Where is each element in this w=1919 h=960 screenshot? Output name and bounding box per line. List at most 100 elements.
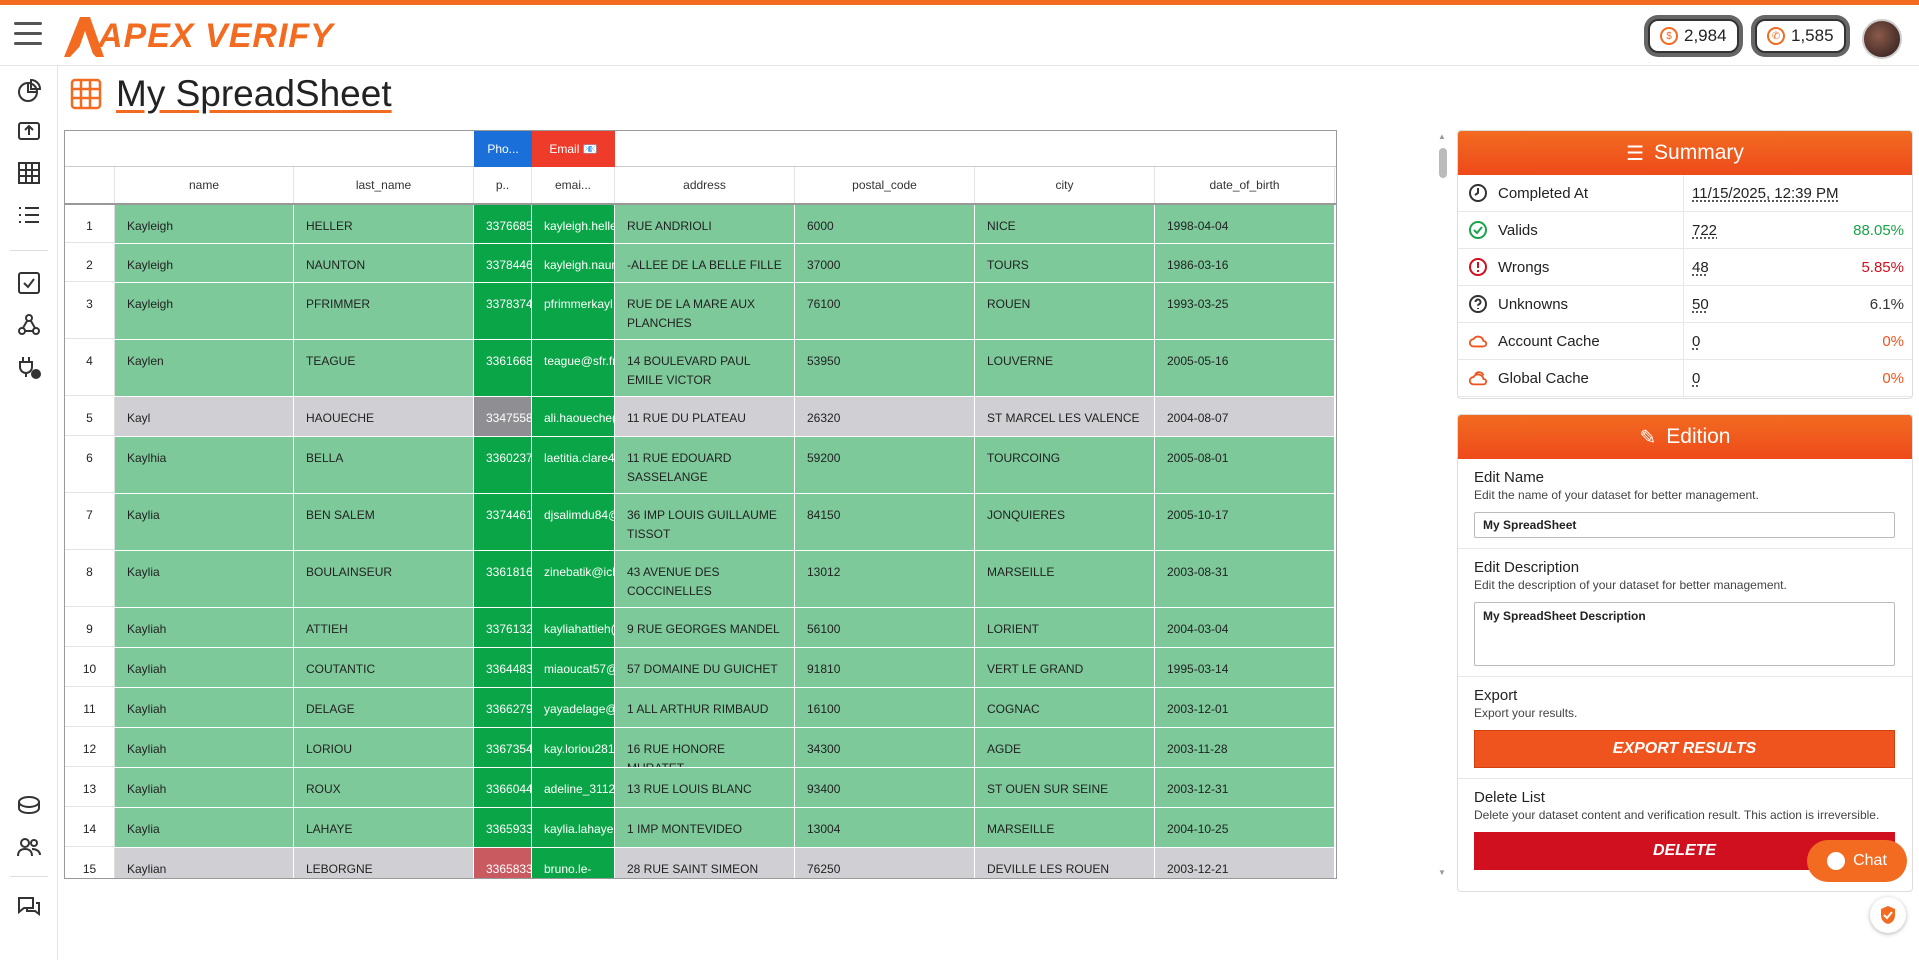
cell-phone[interactable]: 3347558	[474, 397, 532, 436]
cell-email[interactable]: kayleigh.helle	[532, 205, 615, 243]
cell-name[interactable]: Kayliah	[115, 688, 294, 727]
row-index[interactable]: 5	[65, 397, 115, 436]
cell-phone[interactable]: 3378446	[474, 244, 532, 282]
cell-postal-code[interactable]: 59200	[795, 437, 975, 493]
column-header[interactable]: p..	[474, 167, 532, 203]
cell-address[interactable]: 11 RUE EDOUARD SASSELANGE	[615, 437, 795, 493]
email-column-tag[interactable]: Email 📧	[532, 131, 615, 167]
cell-date-of-birth[interactable]: 2003-12-31	[1155, 768, 1335, 807]
column-header[interactable]: date_of_birth	[1155, 167, 1335, 203]
list-icon[interactable]	[14, 200, 44, 230]
upload-icon[interactable]	[14, 116, 44, 146]
cell-city[interactable]: MARSEILLE	[975, 808, 1155, 847]
column-header[interactable]: city	[975, 167, 1155, 203]
row-index[interactable]: 2	[65, 244, 115, 282]
cell-date-of-birth[interactable]: 2005-10-17	[1155, 494, 1335, 550]
table-row[interactable]: 1 Kayleigh HELLER 3376685 kayleigh.helle RUE …	[65, 205, 1336, 244]
cell-date-of-birth[interactable]: 2004-03-04	[1155, 608, 1335, 647]
cell-email[interactable]: djsalimdu84@	[532, 494, 615, 550]
cell-address[interactable]: 14 BOULEVARD PAUL EMILE VICTOR	[615, 340, 795, 396]
cell-postal-code[interactable]: 56100	[795, 608, 975, 647]
cell-postal-code[interactable]: 26320	[795, 397, 975, 436]
cell-last-name[interactable]: NAUNTON	[294, 244, 474, 282]
email-credits-badge[interactable]: $2,984	[1644, 15, 1743, 57]
cell-email[interactable]: bruno.le-	[532, 848, 615, 878]
cell-postal-code[interactable]: 13004	[795, 808, 975, 847]
cell-email[interactable]: adeline_3112	[532, 768, 615, 807]
table-row[interactable]: 12 Kayliah LORIOU 3367354 kay.loriou281 16 RU…	[65, 728, 1336, 768]
cell-address[interactable]: 57 DOMAINE DU GUICHET	[615, 648, 795, 687]
cell-date-of-birth[interactable]: 2005-05-16	[1155, 340, 1335, 396]
cell-city[interactable]: NICE	[975, 205, 1155, 243]
cell-email[interactable]: pfrimmerkayl	[532, 283, 615, 339]
cell-city[interactable]: MARSEILLE	[975, 551, 1155, 607]
cell-last-name[interactable]: HELLER	[294, 205, 474, 243]
cell-last-name[interactable]: COUTANTIC	[294, 648, 474, 687]
summary-value[interactable]: 0	[1684, 333, 1882, 350]
scroll-up-icon[interactable]: ▲	[1438, 132, 1446, 141]
dataset-name-input[interactable]: My SpreadSheet	[1474, 512, 1895, 538]
table-row[interactable]: 8 Kaylia BOULAINSEUR 3361816 zinebatik@icl 43…	[65, 551, 1336, 608]
cell-city[interactable]: LORIENT	[975, 608, 1155, 647]
spreadsheet-grid[interactable]: Pho... Email 📧 name last_name p.. emai..…	[64, 130, 1337, 879]
cell-city[interactable]: TOURS	[975, 244, 1155, 282]
cell-phone[interactable]: 3367354	[474, 728, 532, 767]
scroll-down-icon[interactable]: ▼	[1438, 868, 1446, 877]
cell-city[interactable]: TOURCOING	[975, 437, 1155, 493]
cell-postal-code[interactable]: 6000	[795, 205, 975, 243]
cell-email[interactable]: kaylia.lahaye(	[532, 808, 615, 847]
cell-last-name[interactable]: PFRIMMER	[294, 283, 474, 339]
cell-address[interactable]: 36 IMP LOUIS GUILLAUME TISSOT	[615, 494, 795, 550]
user-avatar[interactable]	[1862, 19, 1902, 59]
column-header[interactable]: address	[615, 167, 795, 203]
dashboard-icon[interactable]	[14, 76, 44, 106]
cell-address[interactable]: 43 AVENUE DES COCCINELLES	[615, 551, 795, 607]
table-row[interactable]: 10 Kayliah COUTANTIC 3364483 miaoucat57@ 57 D…	[65, 648, 1336, 688]
cell-name[interactable]: Kaylia	[115, 494, 294, 550]
cell-date-of-birth[interactable]: 2004-08-07	[1155, 397, 1335, 436]
cell-phone[interactable]: 3366279	[474, 688, 532, 727]
cell-phone[interactable]: 3378374	[474, 283, 532, 339]
cell-name[interactable]: Kaylian	[115, 848, 294, 878]
cell-address[interactable]: 28 RUE SAINT SIMEON	[615, 848, 795, 878]
dataset-description-textarea[interactable]: My SpreadSheet Description	[1474, 602, 1895, 666]
column-header[interactable]: postal_code	[795, 167, 975, 203]
cell-phone[interactable]: 3376132	[474, 608, 532, 647]
cell-city[interactable]: ST OUEN SUR SEINE	[975, 768, 1155, 807]
cell-phone[interactable]: 3365933	[474, 808, 532, 847]
cell-phone[interactable]: 3360237	[474, 437, 532, 493]
cell-last-name[interactable]: LAHAYE	[294, 808, 474, 847]
cell-city[interactable]: ST MARCEL LES VALENCE	[975, 397, 1155, 436]
cell-name[interactable]: Kayleigh	[115, 283, 294, 339]
cell-date-of-birth[interactable]: 2003-08-31	[1155, 551, 1335, 607]
cell-address[interactable]: 11 RUE DU PLATEAU	[615, 397, 795, 436]
cell-name[interactable]: Kayl	[115, 397, 294, 436]
column-header[interactable]: emai...	[532, 167, 615, 203]
webhook-icon[interactable]	[14, 310, 44, 340]
cell-phone[interactable]: 3361668	[474, 340, 532, 396]
cell-email[interactable]: miaoucat57@	[532, 648, 615, 687]
cell-date-of-birth[interactable]: 2003-12-21	[1155, 848, 1335, 878]
phone-column-tag[interactable]: Pho...	[474, 131, 532, 167]
cell-phone[interactable]: 3364483	[474, 648, 532, 687]
row-index[interactable]: 10	[65, 648, 115, 687]
table-scrollbar[interactable]: ▲ ▼	[1438, 130, 1448, 879]
cell-date-of-birth[interactable]: 1986-03-16	[1155, 244, 1335, 282]
cell-postal-code[interactable]: 16100	[795, 688, 975, 727]
row-index[interactable]: 8	[65, 551, 115, 607]
row-index[interactable]: 15	[65, 848, 115, 878]
table-row[interactable]: 3 Kayleigh PFRIMMER 3378374 pfrimmerkayl RUE …	[65, 283, 1336, 340]
cell-postal-code[interactable]: 76100	[795, 283, 975, 339]
cell-last-name[interactable]: DELAGE	[294, 688, 474, 727]
cell-name[interactable]: Kayliah	[115, 608, 294, 647]
cell-city[interactable]: COGNAC	[975, 688, 1155, 727]
row-index[interactable]: 12	[65, 728, 115, 767]
summary-value[interactable]: 50	[1684, 296, 1870, 313]
cell-postal-code[interactable]: 37000	[795, 244, 975, 282]
cell-phone[interactable]: 3366044	[474, 768, 532, 807]
support-icon[interactable]	[14, 892, 44, 922]
cell-last-name[interactable]: LEBORGNE	[294, 848, 474, 878]
row-index[interactable]: 3	[65, 283, 115, 339]
cell-phone[interactable]: 3361816	[474, 551, 532, 607]
cell-last-name[interactable]: TEAGUE	[294, 340, 474, 396]
